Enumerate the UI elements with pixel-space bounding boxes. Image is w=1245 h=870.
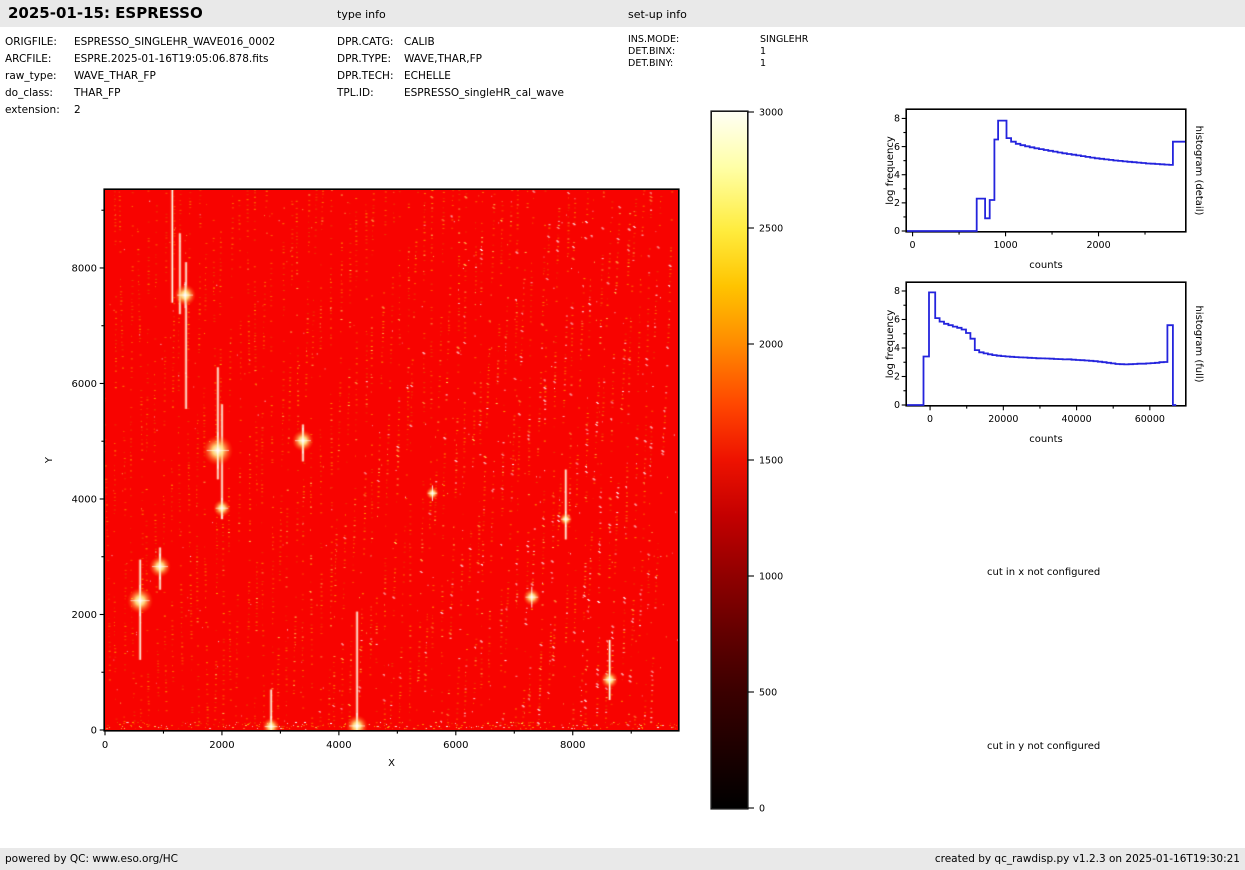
footer-bar: powered by QC: www.eso.org/HC created by… — [0, 848, 1245, 870]
field-value: ESPRESSO_SINGLEHR_WAVE016_0002 — [74, 36, 275, 48]
field-label: TPL.ID: — [337, 87, 374, 99]
y-axis-label: log frequency — [885, 310, 896, 379]
field-label: DPR.TECH: — [337, 70, 394, 82]
field-label: ARCFILE: — [5, 53, 51, 65]
page-title: 2025-01-15: ESPRESSO — [8, 0, 203, 27]
x-tick-label: 2000 — [209, 740, 234, 751]
y-axis-label: log frequency — [885, 136, 896, 205]
histogram_full-frame — [906, 282, 1186, 406]
x-tick-label: 6000 — [443, 740, 468, 751]
x-tick-label: 4000 — [326, 740, 351, 751]
y-axis-label: Y — [44, 456, 55, 464]
field-value: ESPRE.2025-01-16T19:05:06.878.fits — [74, 53, 268, 65]
y-tick-label: 8 — [894, 114, 900, 125]
field-label: DET.BINY: — [628, 58, 673, 69]
field-value: ECHELLE — [404, 70, 451, 82]
colorbar-tick-label: 0 — [759, 804, 765, 815]
cut-in-x-message: cut in x not configured — [987, 567, 1100, 578]
field-value: 2 — [74, 104, 81, 116]
raw-detector-image — [105, 190, 678, 730]
footer-powered-by: powered by QC: www.eso.org/HC — [5, 848, 178, 870]
field-label: extension: — [5, 104, 60, 116]
setup-info-heading: set-up info — [628, 0, 687, 29]
histogram_detail-curve — [907, 121, 1185, 231]
x-tick-label: 2000 — [1086, 240, 1110, 251]
colorbar-tick-label: 2000 — [759, 340, 783, 351]
x-tick-label: 8000 — [560, 740, 585, 751]
y-tick-label: 0 — [91, 726, 97, 737]
y-tick-label: 2000 — [72, 610, 97, 621]
x-tick-label: 20000 — [988, 414, 1018, 425]
cut-in-y-message: cut in y not configured — [987, 741, 1100, 752]
field-label: raw_type: — [5, 70, 57, 82]
field-label: ORIGFILE: — [5, 36, 57, 48]
colorbar-gradient — [712, 112, 747, 808]
y-tick-label: 8 — [894, 286, 900, 297]
x-tick-label: 60000 — [1135, 414, 1165, 425]
field-label: DET.BINX: — [628, 46, 675, 57]
y-tick-label: 0 — [894, 400, 900, 411]
field-label: do_class: — [5, 87, 53, 99]
y-tick-label: 4 — [894, 343, 900, 354]
type-info-heading: type info — [337, 0, 386, 29]
header-bar: 2025-01-15: ESPRESSO type info set-up in… — [0, 0, 1245, 27]
y-tick-label: 8000 — [72, 263, 97, 274]
field-value: WAVE_THAR_FP — [74, 70, 156, 82]
x-tick-label: 1000 — [993, 240, 1017, 251]
colorbar-frame — [711, 111, 748, 809]
x-axis-label: counts — [1029, 434, 1062, 445]
qc-report-page: 2025-01-15: ESPRESSO type info set-up in… — [0, 0, 1245, 870]
x-axis-label: X — [388, 758, 395, 769]
x-tick-label: 0 — [102, 740, 108, 751]
field-label: DPR.TYPE: — [337, 53, 391, 65]
histogram-side-label: histogram (full) — [1193, 305, 1204, 382]
y-tick-label: 6000 — [72, 379, 97, 390]
colorbar-tick-label: 3000 — [759, 108, 783, 119]
histogram_full-curve — [907, 292, 1176, 405]
y-tick-label: 0 — [894, 226, 900, 237]
y-tick-label: 6 — [894, 142, 900, 153]
x-tick-label: 40000 — [1061, 414, 1091, 425]
x-axis-label: counts — [1029, 260, 1062, 271]
y-tick-label: 2 — [894, 372, 900, 383]
field-value: 1 — [760, 46, 766, 57]
histogram_detail-frame — [906, 109, 1186, 232]
colorbar-tick-label: 2500 — [759, 224, 783, 235]
field-value: THAR_FP — [74, 87, 120, 99]
x-tick-label: 0 — [910, 240, 916, 251]
y-tick-label: 6 — [894, 315, 900, 326]
colorbar-tick-label: 500 — [759, 688, 777, 699]
field-value: SINGLEHR — [760, 34, 808, 45]
field-value: ESPRESSO_singleHR_cal_wave — [404, 87, 564, 99]
y-tick-label: 4 — [894, 170, 900, 181]
field-label: DPR.CATG: — [337, 36, 393, 48]
colorbar-tick-label: 1000 — [759, 572, 783, 583]
colorbar-tick-label: 1500 — [759, 456, 783, 467]
field-value: WAVE,THAR,FP — [404, 53, 482, 65]
field-label: INS.MODE: — [628, 34, 679, 45]
histogram-side-label: histogram (detail) — [1193, 126, 1204, 216]
field-value: CALIB — [404, 36, 435, 48]
y-tick-label: 4000 — [72, 494, 97, 505]
y-tick-label: 2 — [894, 198, 900, 209]
x-tick-label: 0 — [927, 414, 933, 425]
field-value: 1 — [760, 58, 766, 69]
footer-created-by: created by qc_rawdisp.py v1.2.3 on 2025-… — [935, 848, 1240, 870]
